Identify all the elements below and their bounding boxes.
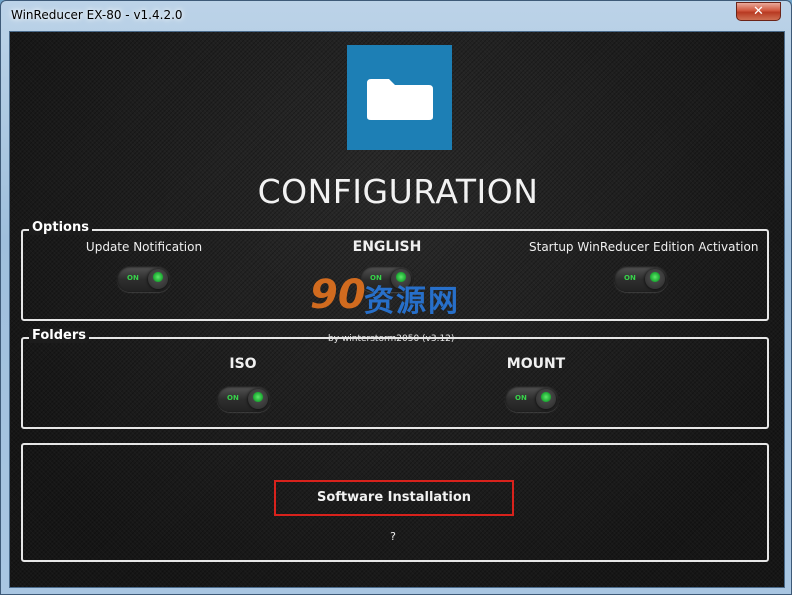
toggle-on-text: ON [624,274,636,282]
iso-toggle[interactable]: ON [217,386,271,412]
startup-activation-label: Startup WinReducer Edition Activation [529,240,759,254]
iso-label: ISO [229,356,257,372]
watermark-text: 资源网 [364,284,460,319]
close-button[interactable]: ✕ [736,2,781,21]
folder-icon [367,79,433,120]
client-area: CONFIGURATION Options Update Notificatio… [9,31,785,588]
window-title: WinReducer EX-80 - v1.4.2.0 [11,8,183,22]
app-window: WinReducer EX-80 - v1.4.2.0 ✕ CONFIGURAT… [0,0,792,595]
software-installation-button[interactable]: Software Installation [274,480,514,516]
logo-tile [347,45,452,150]
update-notification-toggle[interactable]: ON [117,266,171,292]
update-notification-label: Update Notification [85,240,203,254]
toggle-knob [536,389,556,409]
folders-legend: Folders [29,328,90,343]
folders-group: Folders ISO ON MOUNT ON [21,328,769,429]
toggle-on-text: ON [227,394,239,402]
mount-toggle[interactable]: ON [505,386,559,412]
mount-label: MOUNT [506,356,566,372]
page-title: CONFIGURATION [257,172,539,211]
english-label: ENGLISH [352,239,422,255]
toggle-knob [645,269,665,289]
toggle-on-text: ON [515,394,527,402]
title-bar[interactable]: WinReducer EX-80 - v1.4.2.0 ✕ [1,1,791,31]
help-button[interactable]: ? [388,530,398,543]
toggle-on-text: ON [127,274,139,282]
watermark-number: 90 [310,272,366,318]
toggle-knob [248,389,268,409]
toggle-knob [148,269,168,289]
startup-activation-toggle[interactable]: ON [614,266,668,292]
options-legend: Options [29,220,92,235]
